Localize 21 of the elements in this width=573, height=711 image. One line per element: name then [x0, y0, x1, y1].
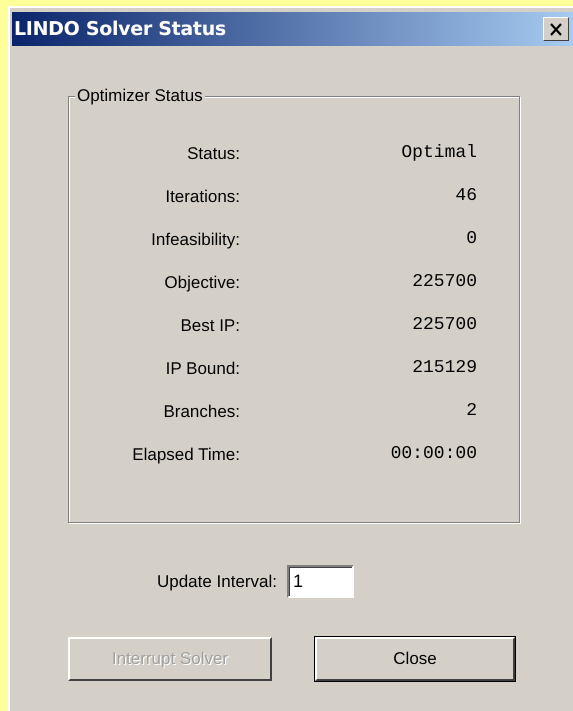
field-value: Optimal — [400, 142, 477, 165]
field-label: Best IP: — [179, 315, 240, 337]
field-label: Update Interval: — [157, 572, 278, 592]
close-dialog-button[interactable]: Close — [315, 637, 515, 681]
field-label: Infeasibility: — [150, 229, 240, 251]
update-interval-field[interactable]: 1 — [287, 565, 354, 598]
field-label: Objective: — [163, 272, 240, 294]
field-value: 225700 — [411, 314, 477, 337]
field-label: Status: — [186, 143, 240, 165]
field-value: 00:00:00 — [390, 443, 477, 466]
field-label: IP Bound: — [164, 358, 240, 380]
field-value: 2 — [465, 400, 477, 423]
field-value: 215129 — [411, 357, 477, 380]
field-label: Elapsed Time: — [131, 444, 240, 466]
field-value: 0 — [465, 228, 477, 251]
field-value: 46 — [454, 185, 477, 208]
group-title: Optimizer Status — [75, 86, 205, 106]
field-label: Branches: — [162, 401, 240, 423]
window-title: LINDO Solver Status — [14, 18, 226, 40]
field-label: Iterations: — [164, 186, 240, 208]
field-value: 225700 — [411, 271, 477, 294]
